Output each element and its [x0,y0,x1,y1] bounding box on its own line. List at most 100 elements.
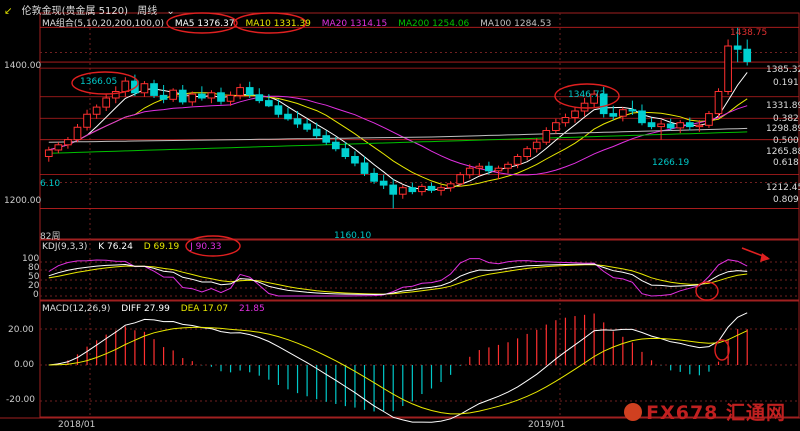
ma200-value: MA200 1254.06 [398,19,470,29]
candle-body [666,123,675,129]
candle-body [188,93,197,103]
macd-tick-neg20: -20.00 [6,395,36,405]
macd-label[interactable]: MACD(12,26,9) [42,304,110,314]
candle-body [532,141,541,150]
arrow-head-icon [760,253,770,262]
week-count: 82周 [40,232,61,242]
candle-body [552,122,560,131]
macd-diff-value: DIFF 27.99 [121,304,170,314]
high-label: 1438.75 [730,28,768,38]
back-arrow-icon[interactable]: ↙ [4,6,12,17]
candle-body [255,94,264,102]
label-1160: 1160.10 [334,231,372,241]
kdj-d-value: D 69.19 [143,242,180,252]
chart-canvas[interactable] [0,0,800,431]
candle-body [64,139,72,146]
candle-body [437,187,445,191]
candle-body [92,106,101,115]
candle-body [140,83,149,94]
candle-body [724,45,732,92]
candle-body [705,113,713,126]
ma-legend: MA组合(5,10,20,200,100,0) MA5 1376.37 MA10… [42,16,559,29]
candle-body [561,117,570,124]
candle-body [571,110,579,118]
candle-body [647,122,656,128]
fib-0382: 0.382 [773,114,799,124]
candle-body [389,184,398,195]
candle-body [73,126,82,141]
candle-body [169,89,178,100]
candle-body [44,149,53,157]
ma20-value: MA20 1314.15 [321,19,388,29]
ma-group-label[interactable]: MA组合(5,10,20,200,100,0) [42,19,164,29]
candle-body [504,163,512,169]
kdj-k-value: K 76.24 [98,242,133,252]
kdj-cross-ellipse [695,281,719,301]
macd-cross-ellipse [714,339,730,361]
price-tick-1200: 1200.00 [4,196,42,206]
ma5-value: MA5 1376.37 [174,19,235,29]
candle-body [456,174,465,185]
candle-body [475,165,484,169]
candle-body [178,89,187,103]
fib-1385: 1385.32 [766,65,800,75]
price-tick-1400: 1400.00 [4,61,42,71]
candle-body [274,105,283,115]
candle-body [370,172,378,182]
candle-body [408,187,417,193]
label-1346: 1346.73 [568,90,606,100]
candle-body [542,130,551,143]
candle-body [121,80,130,92]
candle-body [418,185,426,193]
candle-body [609,113,618,117]
globe-icon [624,402,643,421]
kdj-j-value: J 90.33 [190,242,222,252]
candle-body [446,183,455,189]
macd-tick-20: 20.00 [8,325,34,335]
candle-body [264,100,273,107]
candle-body [733,45,742,50]
candle-body [217,92,225,102]
candle-body [628,109,637,112]
time-tick-2019: 2019/01 [528,420,566,430]
candle-body [360,162,369,174]
fib-1265: 1265.88 [766,147,800,157]
macd-legend: MACD(12,26,9) DIFF 27.99 DEA 17.07 21.85 [42,304,273,314]
candle-body [465,167,474,176]
candle-body [293,118,302,125]
fib-1212: 1212.45 [766,183,800,193]
label-1266: 1266.19 [652,158,690,168]
candle-body [284,113,292,120]
candle-body [312,128,321,137]
kdj-lines [48,258,748,297]
fib-0809: 0.809 [773,195,799,205]
candle-body [83,113,91,128]
candle-body [398,187,407,195]
candle-body [303,123,311,130]
left-value-label: 6.10 [40,179,61,189]
candle-body [198,93,206,99]
candle-body [245,87,254,96]
candle-body [226,94,235,102]
candle-body [494,167,503,172]
time-tick-2018: 2018/01 [58,420,96,430]
ma10-value: MA10 1331.39 [245,19,311,29]
candle-body [159,94,168,100]
candle-body [485,165,493,172]
candle-body [341,148,350,157]
watermark-logo: FX678 汇通网 [624,398,786,425]
macd-dea-value: DEA 17.07 [180,304,229,314]
kdj-label[interactable]: KDJ(9,3,3) [42,242,87,252]
candle-body [743,48,752,63]
candle-body [618,109,627,117]
candle-body [427,185,436,191]
fib-0191: 0.191 [773,78,799,88]
fib-1298: 1298.89 [766,124,800,134]
fibonacci-levels [40,26,799,209]
kdj-legend: KDJ(9,3,3) K 76.24 D 69.19 J 90.33 [42,242,229,252]
candle-body [331,141,340,150]
fib-0618: 0.618 [773,158,799,168]
candle-body [657,123,665,128]
candle-body [638,110,646,124]
candle-body [351,156,359,164]
